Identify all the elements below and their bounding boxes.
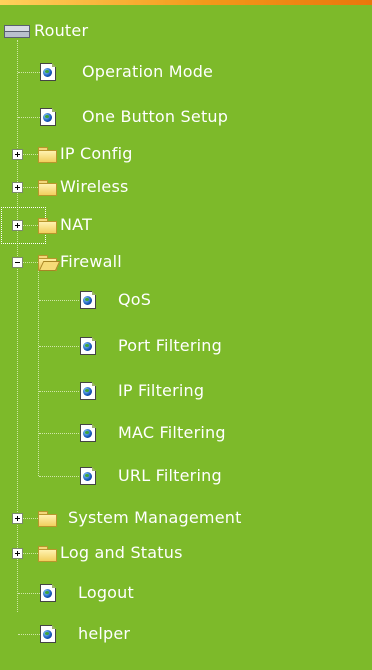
tree-folder-nat[interactable]: NAT: [38, 214, 92, 236]
system-management-label: System Management: [68, 508, 242, 527]
page-globe-icon: [80, 467, 96, 485]
folder-icon: [38, 146, 57, 163]
logout-label: Logout: [78, 583, 134, 602]
connector-one-button-setup: [18, 117, 40, 118]
connector-port-filtering: [39, 346, 79, 347]
tree-item-one-button-setup[interactable]: One Button Setup: [40, 106, 228, 128]
folder-open-icon: [38, 254, 61, 271]
connector-ip-filtering: [39, 391, 79, 392]
connector-qos: [39, 300, 79, 301]
mac-filtering-label: MAC Filtering: [118, 423, 226, 442]
tree-root-router[interactable]: Router: [4, 20, 88, 42]
page-globe-icon: [40, 625, 56, 643]
ip-config-label: IP Config: [60, 144, 133, 163]
connector-mac-filtering: [39, 433, 79, 434]
tree-item-url-filtering[interactable]: URL Filtering: [80, 465, 222, 487]
tree-item-operation-mode[interactable]: Operation Mode: [40, 61, 213, 83]
folder-icon: [38, 217, 57, 234]
expand-system-management-icon[interactable]: [12, 513, 23, 524]
connector-operation-mode: [18, 72, 40, 73]
connector-logout: [18, 593, 40, 594]
expand-nat-icon[interactable]: [12, 220, 23, 231]
tree-item-ip-filtering[interactable]: IP Filtering: [80, 380, 204, 402]
folder-icon: [38, 545, 57, 562]
page-globe-icon: [80, 337, 96, 355]
url-filtering-label: URL Filtering: [118, 466, 222, 485]
tree-folder-wireless[interactable]: Wireless: [38, 176, 129, 198]
router-icon: [4, 25, 30, 38]
ip-filtering-label: IP Filtering: [118, 381, 205, 400]
expand-log-and-status-icon[interactable]: [12, 548, 23, 559]
expand-wireless-icon[interactable]: [12, 182, 23, 193]
nat-label: NAT: [60, 215, 93, 234]
helper-label: helper: [78, 624, 131, 643]
page-globe-icon: [80, 291, 96, 309]
log-and-status-label: Log and Status: [60, 543, 183, 562]
expand-ip-config-icon[interactable]: [12, 149, 23, 160]
page-globe-icon: [80, 382, 96, 400]
page-globe-icon: [80, 424, 96, 442]
folder-icon: [38, 510, 57, 527]
tree-folder-firewall[interactable]: Firewall: [38, 251, 122, 273]
operation-mode-label: Operation Mode: [82, 62, 214, 81]
tree-item-helper[interactable]: helper: [40, 623, 130, 645]
connector-url-filtering: [39, 476, 79, 477]
page-globe-icon: [40, 108, 56, 126]
firewall-branch-line: [38, 266, 39, 476]
tree-folder-log-and-status[interactable]: Log and Status: [38, 542, 183, 564]
tree-item-port-filtering[interactable]: Port Filtering: [80, 335, 222, 357]
tree-item-qos[interactable]: QoS: [80, 289, 151, 311]
qos-label: QoS: [118, 290, 152, 309]
tree-item-mac-filtering[interactable]: MAC Filtering: [80, 422, 226, 444]
folder-icon: [38, 179, 57, 196]
one-button-setup-label: One Button Setup: [82, 107, 229, 126]
port-filtering-label: Port Filtering: [118, 336, 222, 355]
connector-helper: [18, 634, 40, 635]
tree-folder-system-management[interactable]: System Management: [38, 507, 242, 529]
tree-item-logout[interactable]: Logout: [40, 582, 134, 604]
router-label: Router: [34, 21, 89, 40]
tree-folder-ip-config[interactable]: IP Config: [38, 143, 133, 165]
tree-trunk-line: [17, 40, 18, 612]
wireless-label: Wireless: [60, 177, 129, 196]
collapse-firewall-icon[interactable]: [12, 257, 23, 268]
page-globe-icon: [40, 584, 56, 602]
top-accent-bar: [0, 0, 372, 5]
page-globe-icon: [40, 63, 56, 81]
firewall-label: Firewall: [60, 252, 122, 271]
